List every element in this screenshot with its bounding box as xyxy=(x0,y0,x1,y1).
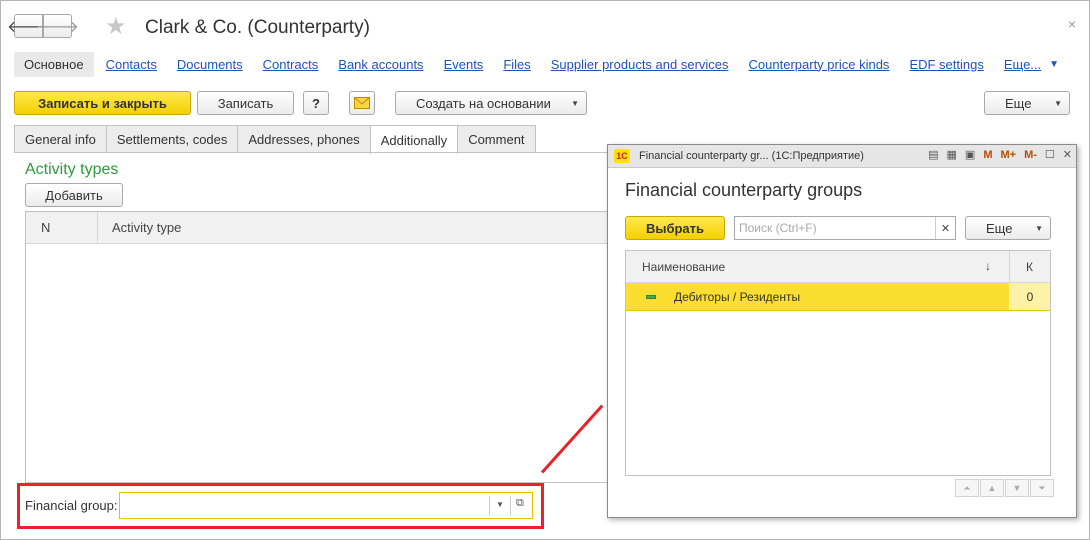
table-header: Наименование ↓ К xyxy=(626,251,1050,283)
save-and-close-label: Записать и закрыть xyxy=(38,95,167,111)
last-page-icon[interactable]: ⏷ xyxy=(1030,479,1054,497)
chevron-down-icon: ▼ xyxy=(1035,224,1043,233)
chevron-down-icon: ▼ xyxy=(571,99,579,108)
first-page-icon[interactable]: ⏶ xyxy=(955,479,979,497)
tab-general-info[interactable]: General info xyxy=(14,125,107,153)
nav-price-kinds[interactable]: Counterparty price kinds xyxy=(749,57,890,72)
financial-group-label: Financial group: xyxy=(25,498,118,513)
activity-types-table[interactable]: N Activity type xyxy=(25,211,613,483)
envelope-icon xyxy=(354,97,370,109)
row-name: Дебиторы / Резиденты xyxy=(674,289,801,304)
column-name-label: Наименование xyxy=(642,259,726,274)
1c-logo-icon: 1С xyxy=(614,149,630,163)
nav-files[interactable]: Files xyxy=(503,57,530,72)
create-based-on-button[interactable]: Создать на основании ▼ xyxy=(395,91,587,115)
main-window: 🡐 🡒 ★ Clark & Co. (Counterparty) × Основ… xyxy=(0,0,1090,540)
open-icon[interactable]: ⧉ xyxy=(516,497,524,510)
page-down-icon[interactable]: ▼ xyxy=(1005,479,1029,497)
financial-groups-dialog: 1С Financial counterparty gr... (1С:Пред… xyxy=(607,144,1077,518)
memory-m-icon[interactable]: M xyxy=(983,149,992,161)
tab-addresses-phones[interactable]: Addresses, phones xyxy=(237,125,371,153)
more-actions-button[interactable]: Еще ▼ xyxy=(984,91,1070,115)
row-k: 0 xyxy=(1010,283,1050,310)
calendar-icon[interactable]: ▣ xyxy=(965,148,975,161)
groups-table[interactable]: Наименование ↓ К Дебиторы / Резиденты 0 xyxy=(625,250,1051,476)
search-input[interactable]: Поиск (Ctrl+F) ✕ xyxy=(734,216,956,240)
more-actions-label: Еще xyxy=(1005,95,1032,111)
favorite-star-icon[interactable]: ★ xyxy=(105,14,127,40)
save-button[interactable]: Записать xyxy=(197,91,294,115)
add-activity-button[interactable]: Добавить xyxy=(25,183,123,207)
save-and-close-button[interactable]: Записать и закрыть xyxy=(14,91,191,115)
nav-bank-accounts[interactable]: Bank accounts xyxy=(338,57,423,72)
chevron-down-icon[interactable]: ▼ xyxy=(496,500,504,509)
column-n[interactable]: N xyxy=(26,212,98,243)
table-pager: ⏶ ▲ ▼ ⏷ xyxy=(954,479,1054,497)
activity-types-heading: Activity types xyxy=(25,161,119,178)
forward-button[interactable]: 🡒 xyxy=(36,14,79,38)
dialog-window-title: Financial counterparty gr... (1С:Предпри… xyxy=(639,150,864,162)
dialog-more-button[interactable]: Еще ▼ xyxy=(965,216,1051,240)
table-header: N Activity type xyxy=(26,212,612,244)
column-name[interactable]: Наименование ↓ xyxy=(626,251,1010,282)
sort-down-icon: ↓ xyxy=(985,259,991,273)
create-based-on-label: Создать на основании xyxy=(416,95,551,111)
item-icon xyxy=(646,294,656,299)
financial-group-field[interactable]: ▼ ⧉ xyxy=(119,492,533,519)
form-navigation-bar: Основное Contacts Documents Contracts Ba… xyxy=(14,51,1059,77)
memory-plus-icon[interactable]: M+ xyxy=(1000,149,1016,161)
dialog-more-label: Еще xyxy=(986,220,1013,236)
nav-supplier-products[interactable]: Supplier products and services xyxy=(551,57,729,72)
column-activity-type[interactable]: Activity type xyxy=(98,220,181,235)
add-activity-label: Добавить xyxy=(45,187,103,203)
save-label: Записать xyxy=(217,95,274,111)
field-separator xyxy=(510,496,511,515)
search-placeholder: Поиск (Ctrl+F) xyxy=(739,221,817,235)
form-tabs: General info Settlements, codes Addresse… xyxy=(14,125,536,154)
select-label: Выбрать xyxy=(645,220,705,236)
select-button[interactable]: Выбрать xyxy=(625,216,725,240)
nav-documents[interactable]: Documents xyxy=(177,57,243,72)
tab-settlements-codes[interactable]: Settlements, codes xyxy=(105,125,239,153)
page-up-icon[interactable]: ▲ xyxy=(980,479,1004,497)
dialog-titlebar-tools: ▤ ▦ ▣ M M+ M- ☐ ✕ xyxy=(920,148,1072,162)
nav-contracts[interactable]: Contracts xyxy=(263,57,319,72)
maximize-icon[interactable]: ☐ xyxy=(1045,148,1055,161)
nav-more-link[interactable]: Еще... xyxy=(1004,57,1041,72)
tab-comment[interactable]: Comment xyxy=(457,125,536,153)
dialog-titlebar: 1С Financial counterparty gr... (1С:Пред… xyxy=(608,145,1076,168)
nav-edf-settings[interactable]: EDF settings xyxy=(909,57,983,72)
field-separator xyxy=(489,496,490,515)
chevron-down-icon: ▼ xyxy=(1054,99,1062,108)
arrow-right-icon: 🡒 xyxy=(36,18,79,36)
table-row[interactable]: Дебиторы / Резиденты 0 xyxy=(626,283,1050,311)
send-email-button[interactable] xyxy=(349,91,375,115)
nav-main[interactable]: Основное xyxy=(14,51,94,77)
print-icon[interactable]: ▤ xyxy=(928,148,938,161)
row-name-cell: Дебиторы / Резиденты xyxy=(626,283,1010,310)
tab-divider xyxy=(14,152,614,153)
clear-icon[interactable]: ✕ xyxy=(935,217,955,239)
close-icon[interactable]: × xyxy=(1068,16,1076,32)
column-k[interactable]: К xyxy=(1010,260,1033,274)
help-label: ? xyxy=(312,95,320,111)
nav-contacts[interactable]: Contacts xyxy=(106,57,157,72)
close-icon[interactable]: ✕ xyxy=(1063,148,1072,161)
nav-events[interactable]: Events xyxy=(444,57,484,72)
memory-minus-icon[interactable]: M- xyxy=(1024,149,1037,161)
tab-additionally[interactable]: Additionally xyxy=(369,125,459,154)
help-button[interactable]: ? xyxy=(303,91,329,115)
calculator-icon[interactable]: ▦ xyxy=(947,148,957,161)
chevron-down-icon[interactable]: ▼ xyxy=(1049,59,1059,70)
window-title: Clark & Co. (Counterparty) xyxy=(145,17,370,38)
dialog-heading: Financial counterparty groups xyxy=(625,180,863,200)
